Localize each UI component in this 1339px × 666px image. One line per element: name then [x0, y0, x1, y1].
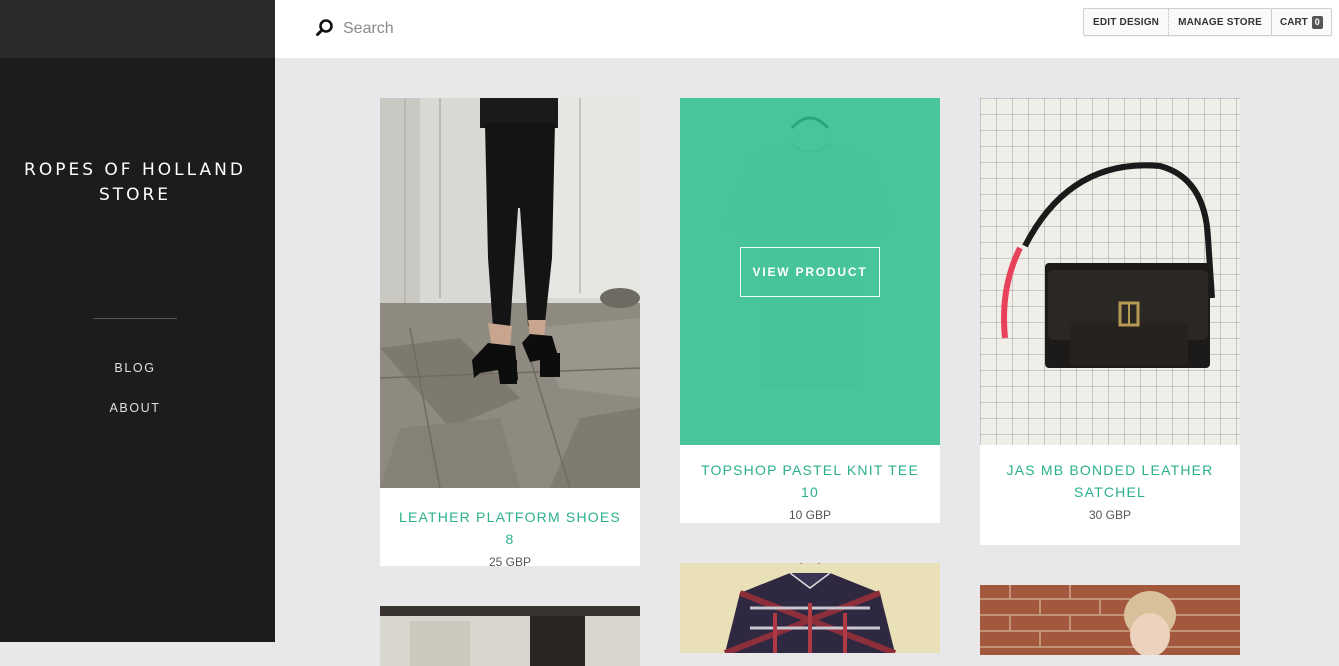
product-photo [680, 563, 940, 653]
product-card[interactable] [380, 606, 640, 666]
product-image[interactable] [380, 606, 640, 666]
product-price: 10 GBP [788, 508, 832, 522]
product-name[interactable]: JAS MB BONDED LEATHER SATCHEL [998, 459, 1222, 503]
search-input[interactable] [343, 17, 643, 41]
cart-label: CART [1280, 16, 1308, 28]
product-card[interactable] [680, 563, 940, 653]
nav-about-link[interactable]: ABOUT [0, 401, 270, 415]
product-image[interactable] [980, 98, 1240, 445]
product-name[interactable]: TOPSHOP PASTEL KNIT TEE 10 [698, 459, 922, 503]
cart-count-badge: 0 [1311, 15, 1323, 29]
product-price: 25 GBP [488, 555, 532, 569]
product-image[interactable] [380, 98, 640, 488]
admin-button-group: EDIT DESIGN MANAGE STORE [1083, 8, 1272, 36]
store-title[interactable]: ROPES OF HOLLAND STORE [0, 158, 270, 208]
manage-store-button[interactable]: MANAGE STORE [1168, 9, 1271, 35]
product-photo-shoes [380, 98, 640, 488]
product-photo [980, 585, 1240, 655]
hover-overlay: VIEW PRODUCT [680, 98, 940, 445]
view-product-button[interactable]: VIEW PRODUCT [740, 246, 880, 297]
product-info: TOPSHOP PASTEL KNIT TEE 10 10 GBP [680, 445, 940, 523]
product-image[interactable] [680, 563, 940, 653]
product-card-topshop-knit-tee[interactable]: VIEW PRODUCT TOPSHOP PASTEL KNIT TEE 10 … [680, 98, 940, 523]
product-photo [380, 606, 640, 666]
product-info: JAS MB BONDED LEATHER SATCHEL 30 GBP [980, 445, 1240, 545]
cart-button[interactable]: CART 0 [1271, 8, 1332, 36]
sidebar-header-bar [0, 0, 275, 58]
sidebar-divider [93, 318, 177, 319]
top-bar: EDIT DESIGN MANAGE STORE CART 0 [275, 0, 1339, 58]
product-card[interactable] [980, 585, 1240, 655]
product-card-leather-platform-shoes[interactable]: LEATHER PLATFORM SHOES 8 25 GBP [380, 98, 640, 569]
product-card-jas-mb-satchel[interactable]: JAS MB BONDED LEATHER SATCHEL 30 GBP [980, 98, 1240, 545]
product-info: LEATHER PLATFORM SHOES 8 25 GBP [380, 488, 640, 569]
product-price: 30 GBP [1088, 508, 1132, 522]
product-name[interactable]: LEATHER PLATFORM SHOES 8 [398, 506, 622, 550]
product-image[interactable] [980, 585, 1240, 655]
nav-blog-link[interactable]: BLOG [0, 361, 270, 375]
edit-design-button[interactable]: EDIT DESIGN [1084, 9, 1168, 35]
sidebar: ROPES OF HOLLAND STORE BLOG ABOUT [0, 0, 275, 642]
product-image[interactable]: VIEW PRODUCT [680, 98, 940, 445]
product-photo-satchel [980, 98, 1240, 445]
search-icon[interactable] [315, 18, 335, 38]
